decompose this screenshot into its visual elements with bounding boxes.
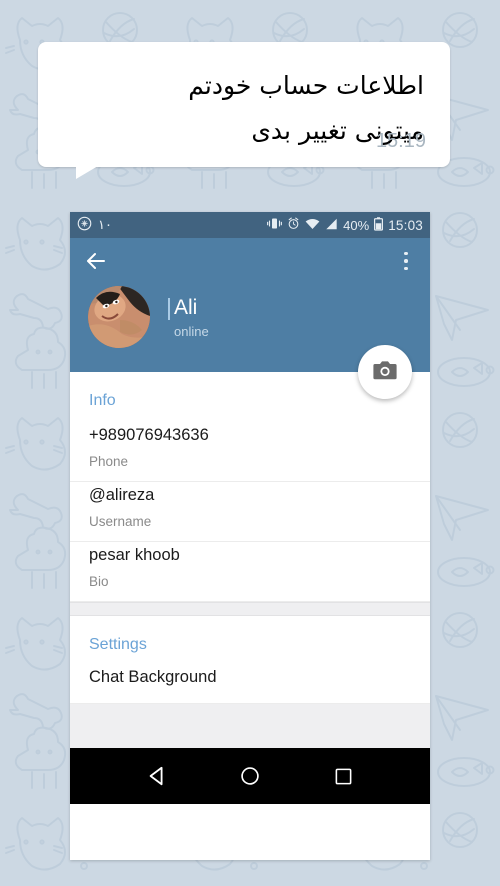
battery-icon <box>374 216 384 234</box>
settings-section-title: Settings <box>89 636 147 653</box>
signal-icon <box>325 218 338 233</box>
user-avatar[interactable] <box>88 286 150 348</box>
profile-app-bar: Ali online <box>70 238 430 399</box>
bio-label: Bio <box>89 574 109 589</box>
alarm-icon <box>287 217 300 233</box>
settings-item-chat-background[interactable]: Chat Background <box>70 666 430 704</box>
phone-value: +989076943636 <box>89 426 209 444</box>
nav-home-icon[interactable] <box>227 753 273 799</box>
vibrate-icon <box>267 217 283 233</box>
message-text-line-1: اطلاعات حساب خودتم <box>188 71 424 100</box>
notification-count: ۱۰ <box>98 217 112 233</box>
name-text-cursor <box>168 297 170 320</box>
message-text-line-2: میتونی تغییر بدی <box>251 115 424 145</box>
wifi-icon <box>305 218 320 233</box>
camera-fab-button[interactable] <box>358 345 412 399</box>
android-status-bar: ۱۰ 40% 15:03 <box>70 212 430 238</box>
android-navigation-bar <box>70 748 430 804</box>
phone-screenshot: ۱۰ 40% 15:03 Ali online Info +9890769436… <box>70 212 430 860</box>
overflow-menu-icon[interactable] <box>396 249 416 273</box>
content-filler <box>70 704 430 748</box>
telegram-icon <box>77 216 92 234</box>
status-bar-clock: 15:03 <box>388 217 423 233</box>
nav-back-icon[interactable] <box>134 753 180 799</box>
username-label: Username <box>89 514 152 529</box>
chat-wallpaper: اطلاعات حساب خودتم میتونی تغییر بدی 15:1… <box>0 0 500 886</box>
back-arrow-icon[interactable] <box>84 249 108 273</box>
info-row-username[interactable]: @alireza Username <box>70 482 430 542</box>
camera-icon <box>373 360 397 385</box>
phone-label: Phone <box>89 454 129 469</box>
message-timestamp: 15:19 <box>375 130 426 152</box>
profile-content: Info +989076943636 Phone @alireza Userna… <box>70 372 430 748</box>
profile-online-status: online <box>174 323 209 339</box>
nav-recents-icon[interactable] <box>320 753 366 799</box>
chat-message-bubble[interactable]: اطلاعات حساب خودتم میتونی تغییر بدی 15:1… <box>38 42 450 179</box>
bio-value: pesar khoob <box>89 546 180 564</box>
info-row-phone[interactable]: +989076943636 Phone <box>70 422 430 482</box>
battery-percent-label: 40% <box>343 217 370 233</box>
profile-name: Ali <box>174 295 198 319</box>
username-value: @alireza <box>89 486 155 504</box>
section-divider <box>70 602 430 616</box>
info-row-bio[interactable]: pesar khoob Bio <box>70 542 430 602</box>
